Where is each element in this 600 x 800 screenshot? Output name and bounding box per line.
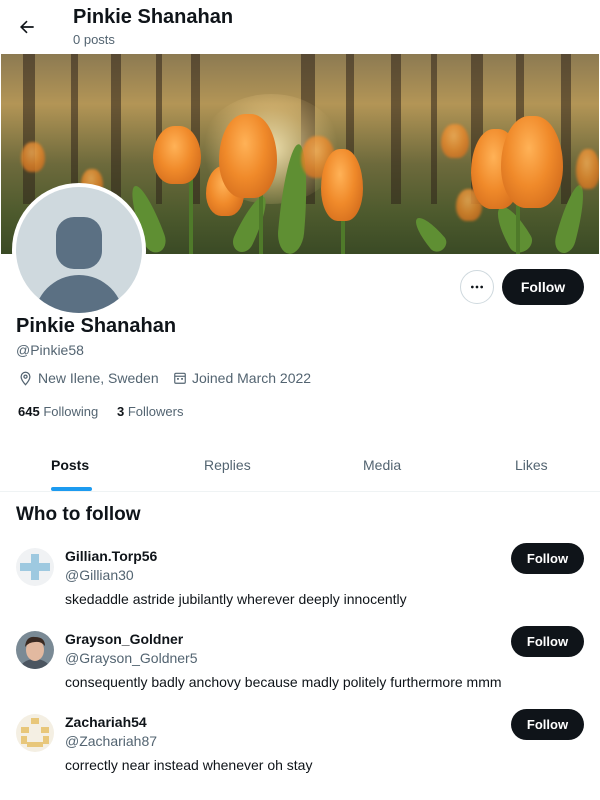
avatar[interactable] — [16, 714, 54, 752]
suggestion-name[interactable]: Gillian.Torp56 — [65, 548, 157, 564]
following-stat[interactable]: 645 Following — [18, 404, 98, 419]
profile-name: Pinkie Shanahan — [16, 315, 177, 337]
profile-tabs: Posts Replies Media Likes — [0, 440, 600, 492]
default-avatar-icon — [16, 187, 142, 313]
following-label: Following — [43, 404, 99, 419]
suggestion-name[interactable]: Zachariah54 — [65, 714, 147, 730]
suggestion-bio: correctly near instead whenever oh stay — [65, 757, 313, 773]
joined-text: Joined March 2022 — [192, 370, 312, 386]
profile-header: Pinkie Shanahan 0 posts — [0, 0, 600, 54]
tab-posts[interactable]: Posts — [51, 457, 89, 473]
tab-likes[interactable]: Likes — [515, 457, 548, 473]
suggestion-handle: @Zachariah87 — [65, 733, 158, 749]
suggestion-bio: consequently badly anchovy because madly… — [65, 674, 502, 690]
tab-replies[interactable]: Replies — [204, 457, 251, 473]
suggestion-item[interactable]: Zachariah54 @Zachariah87 correctly near … — [0, 709, 600, 797]
followers-label: Followers — [127, 404, 184, 419]
profile-joined: Joined March 2022 — [173, 370, 311, 386]
pixel-face-avatar-icon — [16, 714, 54, 752]
suggestion-handle: @Gillian30 — [65, 567, 134, 583]
avatar[interactable] — [16, 631, 54, 669]
cross-pattern-avatar-icon — [16, 548, 54, 586]
back-button[interactable] — [12, 12, 42, 42]
followers-count: 3 — [117, 404, 125, 419]
following-count: 645 — [18, 404, 40, 419]
more-options-button[interactable] — [460, 270, 494, 304]
suggestion-name[interactable]: Grayson_Goldner — [65, 631, 183, 647]
profile-location: New Ilene, Sweden — [18, 370, 159, 386]
follow-button[interactable]: Follow — [511, 543, 584, 574]
suggestion-item[interactable]: Grayson_Goldner @Grayson_Goldner5 conseq… — [0, 626, 600, 714]
who-to-follow-title: Who to follow — [16, 504, 141, 525]
location-text: New Ilene, Sweden — [38, 370, 159, 386]
avatar[interactable] — [16, 548, 54, 586]
person-photo-avatar-icon — [16, 631, 54, 669]
suggestion-item[interactable]: Gillian.Torp56 @Gillian30 skedaddle astr… — [0, 543, 600, 631]
arrow-left-icon — [20, 20, 34, 34]
profile-handle: @Pinkie58 — [16, 342, 84, 358]
follow-button[interactable]: Follow — [502, 269, 584, 305]
header-title: Pinkie Shanahan — [73, 6, 234, 28]
header-post-count: 0 posts — [73, 32, 115, 47]
active-tab-indicator — [51, 487, 92, 491]
location-pin-icon — [20, 371, 31, 386]
followers-stat[interactable]: 3 Followers — [117, 404, 183, 419]
follow-button[interactable]: Follow — [511, 709, 584, 740]
suggestion-bio: skedaddle astride jubilantly wherever de… — [65, 591, 407, 607]
profile-avatar[interactable] — [12, 183, 146, 317]
follow-button[interactable]: Follow — [511, 626, 584, 657]
tab-media[interactable]: Media — [363, 457, 401, 473]
calendar-icon — [174, 372, 186, 384]
more-horizontal-icon — [471, 285, 483, 289]
suggestion-handle: @Grayson_Goldner5 — [65, 650, 198, 666]
